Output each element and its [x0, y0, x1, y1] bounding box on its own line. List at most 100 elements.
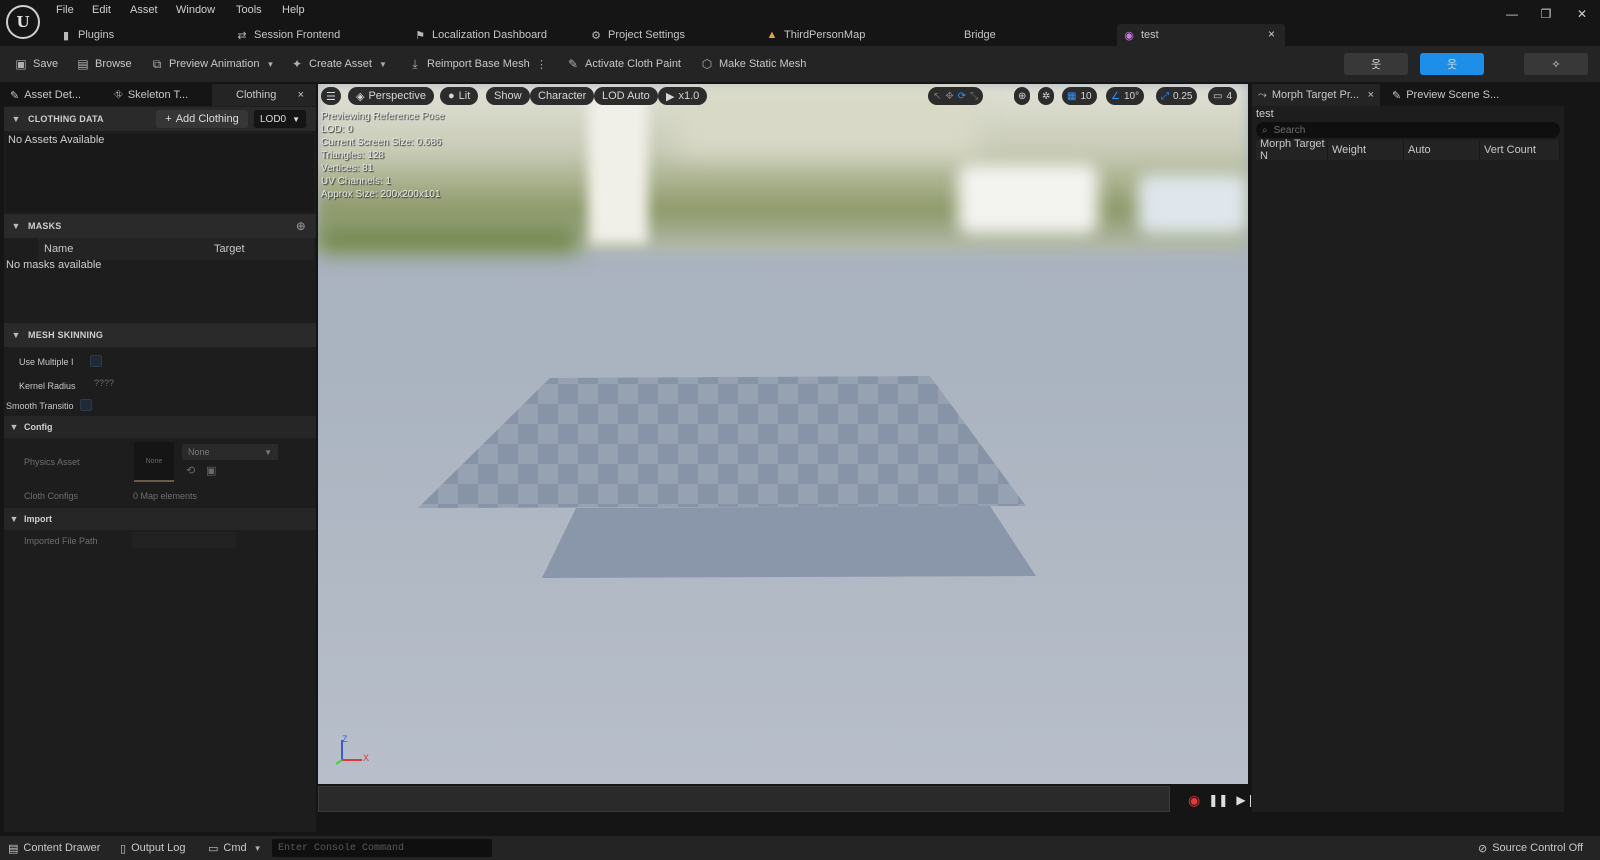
cmd-label: Cmd [223, 842, 247, 854]
search-input[interactable] [1273, 124, 1534, 136]
col-morph-target-name[interactable]: Morph Target N [1256, 138, 1328, 162]
lod-auto-label: LOD Auto [602, 90, 650, 102]
col-vert-count[interactable]: Vert Count [1480, 140, 1560, 160]
angle-snap-button[interactable]: ∠ 10° [1106, 87, 1145, 105]
close-window-button[interactable]: ✕ [1567, 4, 1597, 24]
surface-snap-button[interactable]: ✲ [1038, 87, 1055, 105]
tab-clothing[interactable]: Clothing × [212, 84, 316, 106]
tab-skeleton-tree[interactable]: ⛗ Skeleton T... [108, 84, 212, 106]
mesh-icon: 웃 [1446, 59, 1458, 71]
menu-asset[interactable]: Asset [126, 3, 162, 17]
rotate-tool-icon[interactable]: ⟳ [958, 91, 966, 102]
lit-sphere-icon: ● [448, 90, 455, 102]
close-tab-icon[interactable]: × [1368, 89, 1374, 101]
masks-col-target[interactable]: Target [208, 238, 314, 260]
masks-header[interactable]: ▼ MASKS ⊕ [4, 214, 316, 238]
cmd-button[interactable]: ▭ Cmd ▼ [208, 836, 262, 860]
import-header[interactable]: ▼ Import [4, 508, 316, 530]
restore-button[interactable]: ❐ [1531, 4, 1561, 24]
mesh-skinning-header[interactable]: ▼ MESH SKINNING [4, 323, 316, 347]
kernel-radius-value[interactable]: ???? [94, 378, 114, 388]
collapse-arrow-icon: ▼ [9, 422, 19, 432]
reimport-base-mesh-button[interactable]: ⤓ Reimport Base Mesh [408, 46, 529, 82]
save-icon: ▣ [15, 57, 27, 71]
content-drawer-button[interactable]: ▤ Content Drawer [8, 836, 100, 860]
tab-test[interactable]: ◉ test × [1117, 24, 1285, 46]
menu-help[interactable]: Help [278, 3, 309, 17]
record-icon[interactable]: ◉ [1188, 792, 1200, 809]
close-tab-icon[interactable]: × [298, 89, 304, 101]
lod-select[interactable]: LOD0 ▼ [254, 110, 306, 128]
lit-button[interactable]: ● Lit [440, 87, 479, 105]
more-options-icon[interactable]: ⋮ [536, 46, 547, 82]
browse-button[interactable]: ▤ Browse [76, 46, 131, 82]
tab-morph-target-preview[interactable]: ⤳ Morph Target Pr... × [1252, 84, 1380, 106]
grid-snap-button[interactable]: ▦ 10 [1062, 87, 1097, 105]
col-auto[interactable]: Auto [1404, 140, 1480, 160]
scale-tool-icon[interactable]: ⤡ [970, 91, 978, 102]
physics-asset-thumbnail[interactable]: None [134, 442, 174, 482]
unreal-logo[interactable]: U [6, 5, 40, 39]
console-field[interactable] [272, 839, 492, 857]
animation-timeline[interactable] [318, 786, 1170, 812]
perspective-button[interactable]: ◈ Perspective [348, 87, 434, 105]
lod-auto-button[interactable]: LOD Auto [594, 87, 658, 105]
tab-plugins[interactable]: ▮ Plugins [60, 24, 114, 46]
camera-speed-button[interactable]: ▭ 4 [1208, 87, 1238, 105]
stats-line: LOD: 0 [321, 124, 353, 135]
tab-localization-dashboard[interactable]: ⚑ Localization Dashboard [414, 24, 547, 46]
activate-cloth-paint-button[interactable]: ✎ Activate Cloth Paint [566, 46, 681, 82]
asset-name: test [1256, 108, 1274, 120]
tab-session-frontend[interactable]: ⇄ Session Frontend [236, 24, 340, 46]
add-clothing-button[interactable]: + Add Clothing [156, 110, 248, 128]
tab-asset-details[interactable]: ✎ Asset Det... [4, 84, 108, 106]
use-multiple-checkbox[interactable] [90, 355, 102, 367]
make-static-mesh-button[interactable]: ⬡ Make Static Mesh [700, 46, 807, 82]
preview-animation-button[interactable]: ⧉ Preview Animation ▼ [150, 46, 275, 82]
add-mask-icon[interactable]: ⊕ [296, 219, 306, 233]
plus-icon: + [165, 113, 172, 125]
translate-tool-icon[interactable]: ✥ [945, 91, 953, 102]
angle-icon: ∠ [1111, 90, 1120, 102]
output-log-button[interactable]: ▯ Output Log [120, 836, 186, 860]
masks-col-name[interactable]: Name [38, 238, 208, 260]
select-tool-icon[interactable]: ↖ [933, 91, 941, 102]
source-control-button[interactable]: ⊘ Source Control Off [1478, 836, 1583, 860]
scale-snap-button[interactable]: ⤢ 0.25 [1156, 87, 1198, 105]
console-input[interactable] [278, 842, 478, 854]
tab-preview-scene-settings[interactable]: ✎ Preview Scene S... [1386, 84, 1514, 106]
config-header[interactable]: ▼ Config [4, 416, 316, 438]
tab-thirdpersonmap[interactable]: ▲ ThirdPersonMap [766, 24, 866, 46]
create-asset-button[interactable]: ✦ Create Asset ▼ [290, 46, 387, 82]
globe-icon: ⊕ [1018, 90, 1027, 102]
animation-mode-button[interactable]: ✧ [1524, 53, 1588, 75]
smooth-transition-checkbox[interactable] [80, 399, 92, 411]
mesh-mode-button[interactable]: 웃 [1420, 53, 1484, 75]
playback-speed-button[interactable]: ▶ x1.0 [658, 87, 708, 105]
world-local-button[interactable]: ⊕ [1014, 87, 1031, 105]
preview-viewport[interactable]: Z X ☰ ◈ Perspective ● Lit Show Character… [318, 84, 1248, 784]
save-button[interactable]: ▣ Save [14, 46, 58, 82]
tab-bridge[interactable]: Bridge [964, 24, 996, 46]
col-weight[interactable]: Weight [1328, 140, 1404, 160]
content-drawer-label: Content Drawer [23, 842, 101, 854]
minimize-button[interactable]: — [1497, 4, 1527, 24]
menu-tools[interactable]: Tools [232, 3, 266, 17]
close-tab-icon[interactable]: × [1268, 27, 1275, 41]
speed-label: x1.0 [678, 90, 700, 102]
physics-asset-select[interactable]: None ▼ [182, 444, 278, 460]
use-selected-icon[interactable]: ⟲ [186, 464, 195, 477]
pause-icon[interactable]: ❚❚ [1208, 793, 1228, 807]
imported-file-path-field[interactable] [132, 532, 236, 548]
viewport-options-button[interactable]: ☰ [321, 87, 341, 105]
menu-file[interactable]: File [52, 3, 78, 17]
plane-shadow [542, 506, 1036, 578]
skeleton-mode-button[interactable]: 웃 [1344, 53, 1408, 75]
menu-window[interactable]: Window [172, 3, 219, 17]
search-box[interactable]: ⌕ [1256, 122, 1560, 138]
menu-edit[interactable]: Edit [88, 3, 115, 17]
browse-asset-icon[interactable]: ▣ [206, 464, 216, 477]
character-button[interactable]: Character [530, 87, 595, 105]
show-button[interactable]: Show [486, 87, 530, 105]
tab-project-settings[interactable]: ⚙ Project Settings [590, 24, 685, 46]
